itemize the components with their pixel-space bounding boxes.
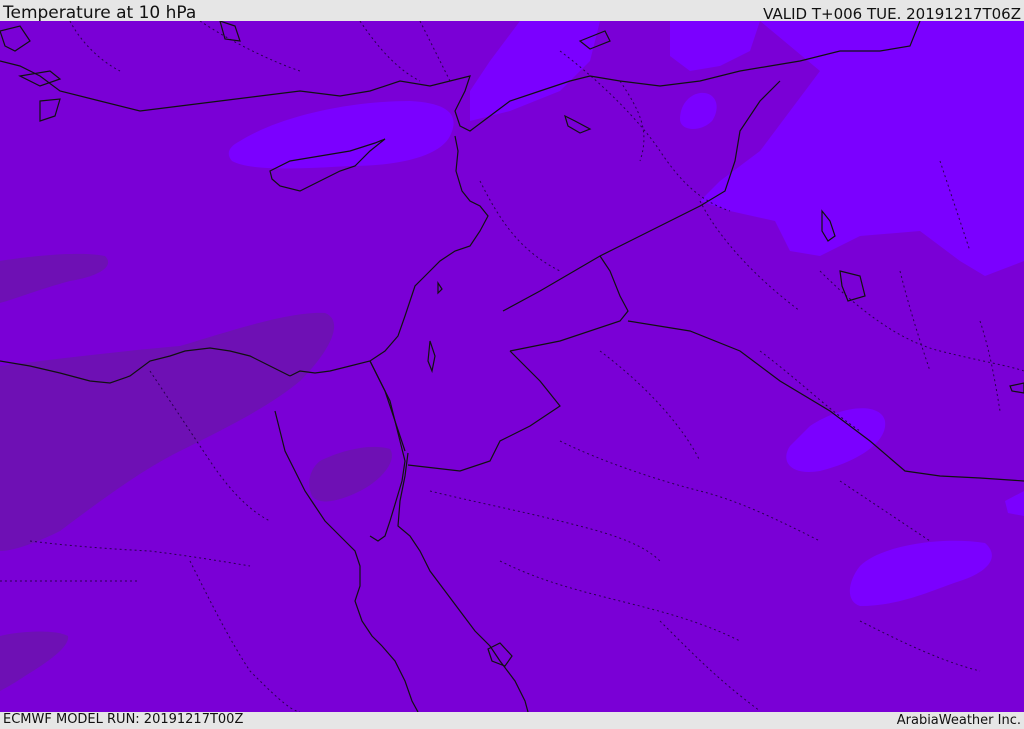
model-run-label: ECMWF MODEL RUN: 20191217T00Z <box>3 712 244 727</box>
map-canvas <box>0 21 1024 712</box>
header-bar: Temperature at 10 hPa VALID T+006 TUE. 2… <box>0 0 1024 23</box>
footer-bar: ECMWF MODEL RUN: 20191217T00Z ArabiaWeat… <box>0 712 1024 729</box>
provider-label: ArabiaWeather Inc. <box>896 713 1021 728</box>
map-title: Temperature at 10 hPa <box>3 3 197 23</box>
forecast-map[interactable] <box>0 21 1024 712</box>
